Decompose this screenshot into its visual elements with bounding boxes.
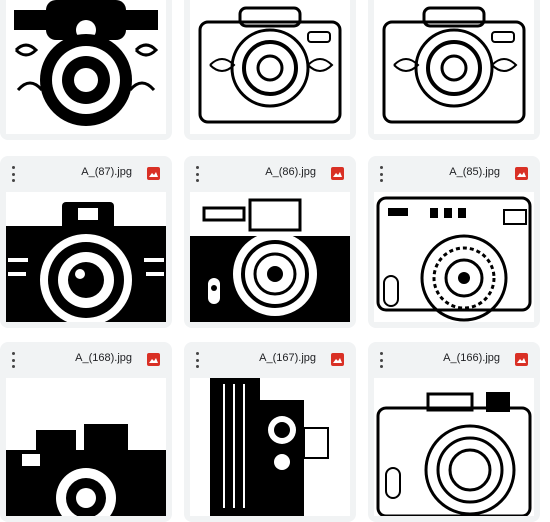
image-file-icon — [331, 353, 344, 366]
file-card[interactable]: A_(166).jpg — [368, 342, 540, 522]
image-thumbnail[interactable] — [190, 378, 350, 516]
file-card[interactable] — [0, 0, 172, 140]
more-options-icon[interactable] — [376, 166, 386, 182]
more-options-icon[interactable] — [192, 166, 202, 182]
image-file-icon — [331, 167, 344, 180]
card-header: A_(87).jpg — [0, 156, 172, 192]
image-file-icon — [147, 353, 160, 366]
file-card[interactable]: A_(87).jpg — [0, 156, 172, 328]
file-card[interactable]: A_(86).jpg — [184, 156, 356, 328]
file-card[interactable]: A_(167).jpg — [184, 342, 356, 522]
image-thumbnail[interactable] — [6, 192, 166, 322]
card-header: A_(168).jpg — [0, 342, 172, 378]
file-card[interactable] — [368, 0, 540, 140]
image-file-icon — [147, 167, 160, 180]
card-header: A_(166).jpg — [368, 342, 540, 378]
file-name[interactable]: A_(86).jpg — [265, 166, 316, 178]
card-header: A_(167).jpg — [184, 342, 356, 378]
image-thumbnail[interactable] — [6, 378, 166, 516]
file-grid: A_(87).jpg A_(86).jpg A_(85).jpg A_(168)… — [0, 0, 550, 522]
file-name[interactable]: A_(167).jpg — [259, 352, 316, 364]
file-name[interactable]: A_(166).jpg — [443, 352, 500, 364]
more-options-icon[interactable] — [192, 352, 202, 368]
image-file-icon — [515, 353, 528, 366]
image-file-icon — [515, 167, 528, 180]
more-options-icon[interactable] — [8, 352, 18, 368]
image-thumbnail[interactable] — [374, 0, 534, 134]
image-thumbnail[interactable] — [190, 192, 350, 322]
image-thumbnail[interactable] — [374, 378, 534, 516]
file-name[interactable]: A_(87).jpg — [81, 166, 132, 178]
file-card[interactable] — [184, 0, 356, 140]
more-options-icon[interactable] — [8, 166, 18, 182]
file-name[interactable]: A_(85).jpg — [449, 166, 500, 178]
file-name[interactable]: A_(168).jpg — [75, 352, 132, 364]
more-options-icon[interactable] — [376, 352, 386, 368]
card-header: A_(86).jpg — [184, 156, 356, 192]
image-thumbnail[interactable] — [6, 0, 166, 134]
image-thumbnail[interactable] — [190, 0, 350, 134]
file-card[interactable]: A_(85).jpg — [368, 156, 540, 328]
image-thumbnail[interactable] — [374, 192, 534, 322]
file-card[interactable]: A_(168).jpg — [0, 342, 172, 522]
card-header: A_(85).jpg — [368, 156, 540, 192]
